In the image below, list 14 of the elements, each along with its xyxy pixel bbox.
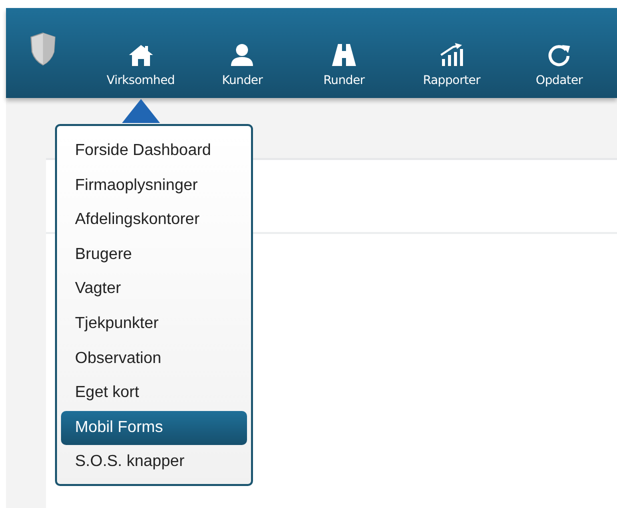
nav-tab[interactable]: Rapporter — [402, 35, 502, 123]
menu-item[interactable]: Afdelingskontorer — [61, 203, 247, 238]
menu-item[interactable]: Mobil Forms — [61, 410, 247, 446]
menu-item[interactable]: Brugere — [61, 238, 247, 272]
menu-item[interactable]: Firmaoplysninger — [61, 168, 247, 204]
menu-item[interactable]: Observation — [61, 342, 247, 376]
nav-tab[interactable]: Opdater — [509, 35, 609, 123]
menu-item[interactable]: Tjekpunkter — [61, 306, 247, 342]
nav-tab[interactable]: Kunder — [198, 35, 286, 123]
menu-item[interactable]: S.O.S. knapper — [61, 445, 247, 480]
menu-item[interactable]: Eget kort — [61, 376, 247, 411]
menu-item[interactable]: Forside Dashboard — [61, 134, 247, 169]
menu-item[interactable]: Vagter — [61, 272, 247, 307]
nav-tab[interactable]: Runder — [294, 35, 394, 123]
